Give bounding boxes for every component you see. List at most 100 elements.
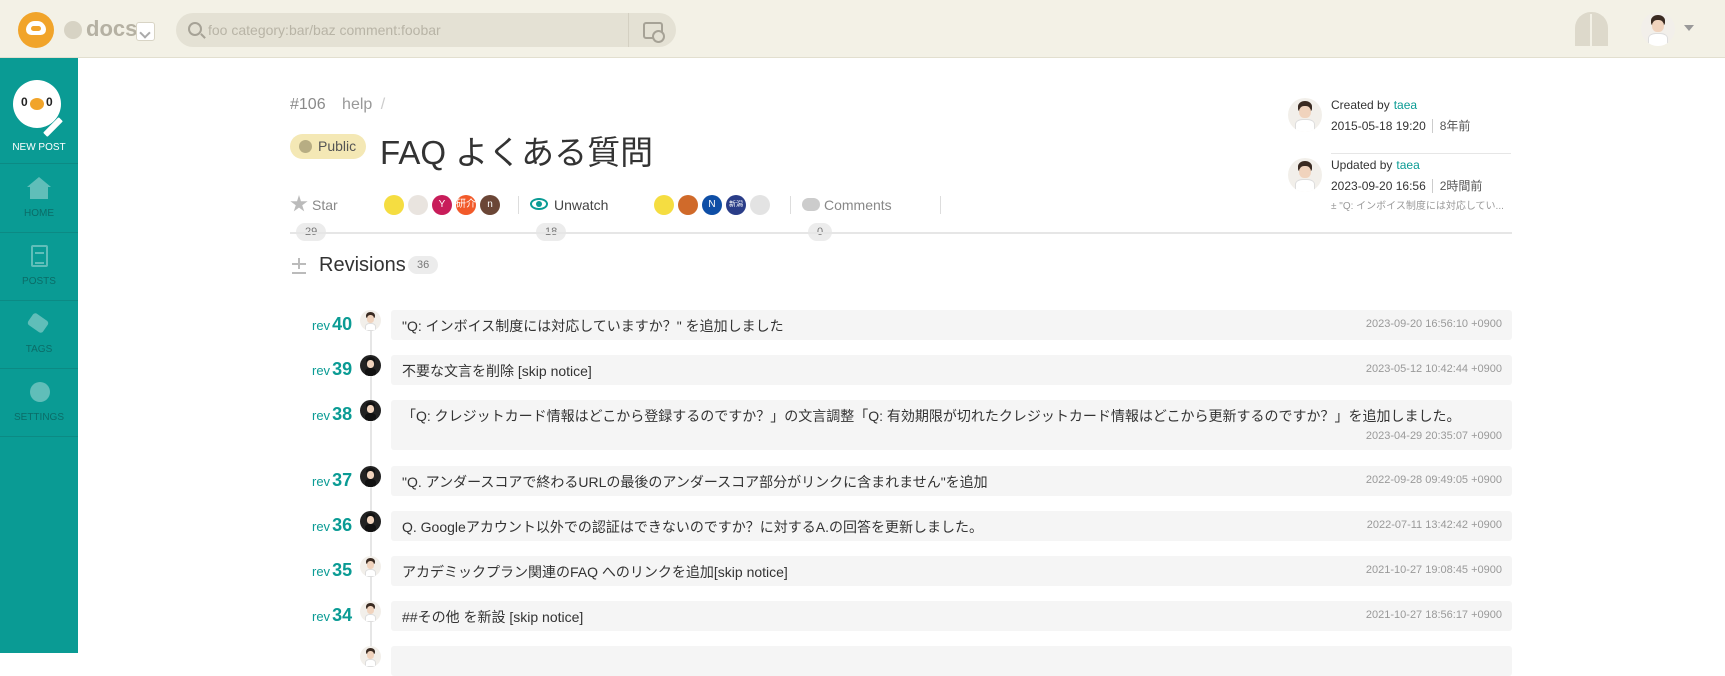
updated-label: Updated by	[1331, 158, 1393, 172]
revision-message-box[interactable]: "Q: インボイス制度には対応していますか？" を追加しました 2023-09-…	[391, 310, 1512, 340]
revisions-count: 36	[408, 256, 439, 274]
revision-number[interactable]: rev 37	[312, 470, 364, 491]
revision-message-box[interactable]: Q. Googleアカウント以外での認証はできないのですか？に対するA.の回答を…	[391, 511, 1512, 541]
revision-message: ##その他 を新設 [skip notice]	[402, 609, 584, 625]
revision-message: 不要な文言を削除 [skip notice]	[402, 363, 592, 379]
avatar[interactable]	[360, 466, 381, 487]
divider	[790, 196, 791, 214]
main-content: #106 help / Public FAQ よくある質問 Star 29 Y …	[290, 58, 1512, 676]
stargazer-avatar[interactable]: Y	[432, 195, 452, 215]
avatar[interactable]	[360, 646, 381, 667]
revision-date: 2022-09-28 09:49:05 +0900	[1365, 474, 1502, 486]
sidebar-item-home[interactable]: HOME	[0, 165, 78, 233]
revision-message-box[interactable]: ##その他 を新設 [skip notice] 2021-10-27 18:56…	[391, 601, 1512, 631]
new-post-button[interactable]: 0 0 NEW POST	[0, 58, 78, 164]
created-user-link[interactable]: taea	[1394, 98, 1417, 112]
updated-message[interactable]: ± "Q: インボイス制度には対応してい...	[1331, 197, 1511, 212]
app-logo-icon[interactable]	[18, 12, 54, 48]
watcher-avatar[interactable]	[678, 195, 698, 215]
stargazer-avatar[interactable]: 研介	[456, 195, 476, 215]
avatar[interactable]	[1288, 158, 1322, 192]
revision-number[interactable]: rev 34	[312, 605, 364, 626]
rev-number: 37	[332, 470, 353, 490]
divider	[290, 232, 1512, 234]
rev-number: 40	[332, 314, 353, 334]
revision-message: 「Q: クレジットカード情報はどこから登録するのですか？」の文言調整「Q: 有効…	[402, 408, 1461, 424]
created-at: 2015-05-18 19:20	[1331, 119, 1426, 133]
sidebar-item-label: TAGS	[25, 344, 53, 355]
revision-message-box[interactable]: "Q. アンダースコアで終わるURLの最後のアンダースコア部分がリンクに含まれま…	[391, 466, 1512, 496]
revision-message-box[interactable]: 「Q: クレジットカード情報はどこから登録するのですか？」の文言調整「Q: 有効…	[391, 400, 1512, 450]
comments-button[interactable]: Comments 0	[802, 192, 892, 242]
revision-message-box[interactable]	[391, 646, 1512, 676]
avatar[interactable]	[1288, 98, 1322, 132]
sidebar-item-label: POSTS	[22, 276, 56, 287]
new-post-count-right: 0	[46, 95, 53, 109]
divider	[518, 196, 519, 214]
rev-prefix: rev	[312, 408, 331, 423]
revision-number[interactable]: rev 40	[312, 314, 364, 335]
updated-by-line: Updated by taea	[1331, 158, 1420, 172]
watcher-avatar[interactable]: 新潟	[726, 195, 746, 215]
revision-message-box[interactable]: 不要な文言を削除 [skip notice] 2023-05-12 10:42:…	[391, 355, 1512, 385]
breadcrumb-category-link[interactable]: help	[342, 96, 372, 113]
revision-date: 2021-10-27 19:08:45 +0900	[1365, 564, 1502, 576]
stargazer-avatar[interactable]	[384, 195, 404, 215]
rev-prefix: rev	[312, 564, 331, 579]
revision-number[interactable]: rev 38	[312, 404, 364, 425]
chevron-down-icon[interactable]	[1684, 25, 1694, 31]
watcher-avatar[interactable]	[654, 195, 674, 215]
rev-number: 35	[332, 560, 353, 580]
post-number: #106	[290, 96, 326, 113]
sidebar-item-label: SETTINGS	[13, 412, 64, 423]
document-icon	[27, 245, 51, 267]
diff-icon	[292, 258, 306, 274]
search-icon	[188, 22, 202, 36]
revision-number[interactable]: rev 35	[312, 560, 364, 581]
watcher-avatar[interactable]	[750, 195, 770, 215]
team-dropdown-button[interactable]	[136, 22, 155, 41]
rev-number: 36	[332, 515, 353, 535]
stargazer-avatar[interactable]	[408, 195, 428, 215]
revision-message: アカデミックプラン関連のFAQ へのリンクを追加[skip notice]	[402, 564, 788, 580]
revision-message-box[interactable]: アカデミックプラン関連のFAQ へのリンクを追加[skip notice] 20…	[391, 556, 1512, 586]
search-input[interactable]	[208, 13, 608, 47]
gear-icon	[27, 381, 51, 403]
watch-button[interactable]: Unwatch 18	[530, 192, 609, 242]
comments-label: Comments	[824, 197, 892, 213]
revisions-title: Revisions	[319, 254, 406, 276]
divider	[940, 196, 941, 214]
breadcrumb-separator: /	[380, 96, 386, 113]
avatar[interactable]	[360, 310, 381, 331]
avatar[interactable]	[360, 601, 381, 622]
top-bar: docs	[0, 0, 1725, 58]
door-icon[interactable]	[1575, 12, 1608, 46]
avatar[interactable]	[360, 355, 381, 376]
revision-number[interactable]: rev 39	[312, 359, 364, 380]
watcher-avatar[interactable]: N	[702, 195, 722, 215]
created-ago: 8年前	[1431, 119, 1471, 133]
rev-number: 39	[332, 359, 353, 379]
page-title: FAQ よくある質問	[380, 134, 654, 171]
sidebar-item-tags[interactable]: TAGS	[0, 301, 78, 369]
avatar[interactable]	[360, 511, 381, 532]
user-avatar[interactable]	[1641, 12, 1675, 46]
globe-icon	[299, 140, 312, 153]
stargazer-avatar[interactable]: n	[480, 195, 500, 215]
team-name[interactable]: docs	[86, 16, 137, 42]
advanced-search-button[interactable]	[628, 13, 676, 47]
new-post-count-left: 0	[21, 95, 28, 109]
watch-label: Unwatch	[554, 197, 609, 213]
sidebar-item-settings[interactable]: SETTINGS	[0, 369, 78, 437]
star-button[interactable]: Star 29	[290, 192, 338, 242]
avatar[interactable]	[360, 556, 381, 577]
home-icon	[27, 177, 51, 199]
updated-user-link[interactable]: taea	[1396, 158, 1419, 172]
revision-date: 2023-09-20 16:56:10 +0900	[1365, 318, 1502, 330]
rev-prefix: rev	[312, 519, 331, 534]
revision-date: 2023-04-29 20:35:07 +0900	[1365, 430, 1502, 442]
avatar[interactable]	[360, 400, 381, 421]
revision-number[interactable]: rev 36	[312, 515, 364, 536]
esa-dot-icon	[30, 98, 44, 110]
sidebar-item-posts[interactable]: POSTS	[0, 233, 78, 301]
